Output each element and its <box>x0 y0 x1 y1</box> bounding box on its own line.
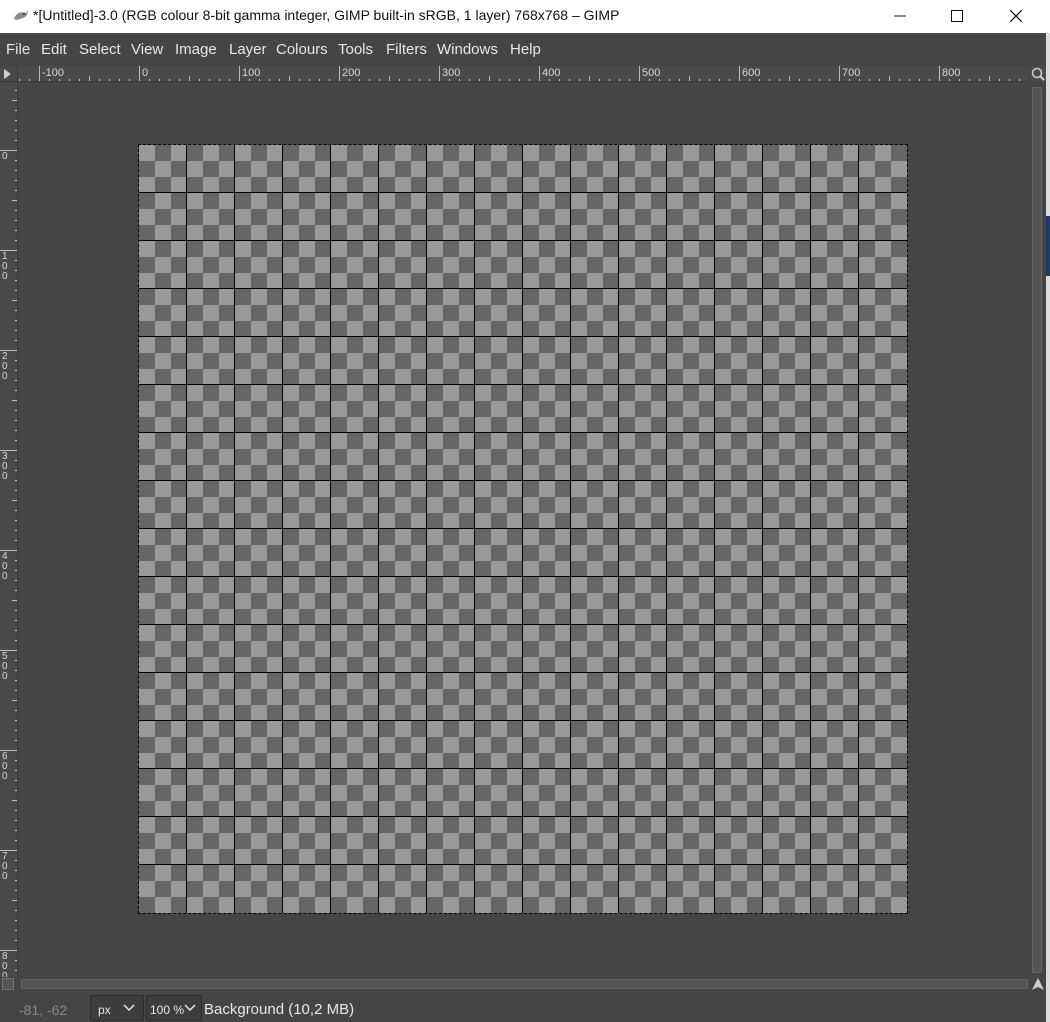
close-icon <box>1010 10 1022 22</box>
maximize-icon <box>951 10 963 22</box>
zoom-selector[interactable]: 100 % <box>146 995 202 1021</box>
ruler-label: 500 <box>2 651 8 682</box>
ruler-label: 0 <box>142 67 148 79</box>
menu-edit[interactable]: Edit <box>41 41 67 58</box>
ruler-label: 200 <box>2 351 8 382</box>
magnifier-icon <box>1031 67 1045 81</box>
ruler-label: -100 <box>42 67 64 79</box>
menu-help[interactable]: Help <box>510 41 541 58</box>
unit-selector[interactable]: px <box>90 995 144 1021</box>
navigate-icon <box>1032 978 1044 990</box>
vertical-ruler[interactable]: 0 100 200 300 400 500 600 700 800 <box>0 82 18 977</box>
ruler-label: 200 <box>342 67 360 79</box>
horizontal-ruler-ticks: -100 0 100 200 300 400 500 600 700 800 <box>19 66 1020 81</box>
maximize-button[interactable] <box>931 0 983 33</box>
zoom-value: 100 % <box>150 1003 185 1017</box>
ruler-label: 800 <box>2 951 8 977</box>
canvas-area[interactable] <box>19 82 1029 977</box>
ruler-label: 500 <box>642 67 660 79</box>
ruler-label: 400 <box>2 551 8 582</box>
minimize-icon <box>894 15 906 17</box>
minimize-button[interactable] <box>874 0 926 33</box>
menu-tools[interactable]: Tools <box>338 41 373 58</box>
triangle-right-icon <box>4 69 11 79</box>
vertical-ruler-ticks: 0 1 0 0 2 0 0 3 0 0 4 0 0 5 0 0 6 0 0 7 0 0 8 0 0 <box>0 90 17 977</box>
horizontal-ruler[interactable]: -100 0 100 200 300 400 500 600 700 800 <box>18 66 1029 82</box>
status-bar: -81, -62 px 100 % Background (10,2 MB) <box>0 992 1046 1022</box>
gimp-wilber-icon <box>14 10 28 20</box>
ruler-label: 600 <box>2 751 8 782</box>
ruler-label: 800 <box>942 67 960 79</box>
layer-info: Background (10,2 MB) <box>204 1001 355 1018</box>
zoom-image-button[interactable] <box>1030 66 1046 82</box>
close-button[interactable] <box>990 0 1042 33</box>
menu-layer[interactable]: Layer <box>229 41 267 58</box>
menu-select[interactable]: Select <box>79 41 121 58</box>
chevron-down-icon <box>184 1004 196 1012</box>
vertical-scrollbar[interactable] <box>1029 82 1046 977</box>
quick-mask-toggle[interactable] <box>2 978 14 990</box>
menu-bar: File Edit Select View Image Layer Colour… <box>0 33 1050 66</box>
chevron-down-icon <box>123 1004 135 1012</box>
menu-filters[interactable]: Filters <box>386 41 427 58</box>
menu-view[interactable]: View <box>131 41 163 58</box>
menu-image[interactable]: Image <box>175 41 217 58</box>
window-title: *[Untitled]-3.0 (RGB colour 8-bit gamma … <box>33 7 620 23</box>
menu-file[interactable]: File <box>6 41 30 58</box>
ruler-label: 100 <box>242 67 260 79</box>
ruler-label: 300 <box>2 451 8 482</box>
vertical-scrollbar-thumb[interactable] <box>1032 87 1042 973</box>
desktop-edge-marker <box>1046 216 1050 276</box>
ruler-label: 0 <box>2 151 8 162</box>
navigate-button[interactable] <box>1030 977 1046 991</box>
unit-value: px <box>98 1003 111 1017</box>
ruler-label: 100 <box>2 251 8 282</box>
horizontal-scrollbar-thumb[interactable] <box>21 979 1028 989</box>
desktop-edge <box>1046 33 1050 1022</box>
menu-windows[interactable]: Windows <box>437 41 498 58</box>
pointer-coordinates: -81, -62 <box>19 1002 68 1018</box>
image-menu-button[interactable] <box>0 66 18 82</box>
menu-colours[interactable]: Colours <box>276 41 328 58</box>
ruler-label: 300 <box>442 67 460 79</box>
selection-outline <box>138 144 908 914</box>
ruler-label: 700 <box>2 851 8 882</box>
ruler-label: 400 <box>542 67 560 79</box>
horizontal-scrollbar[interactable] <box>18 977 1029 991</box>
title-bar: *[Untitled]-3.0 (RGB colour 8-bit gamma … <box>0 0 1050 33</box>
image-canvas[interactable] <box>138 144 908 914</box>
ruler-label: 600 <box>742 67 760 79</box>
ruler-label: 700 <box>842 67 860 79</box>
